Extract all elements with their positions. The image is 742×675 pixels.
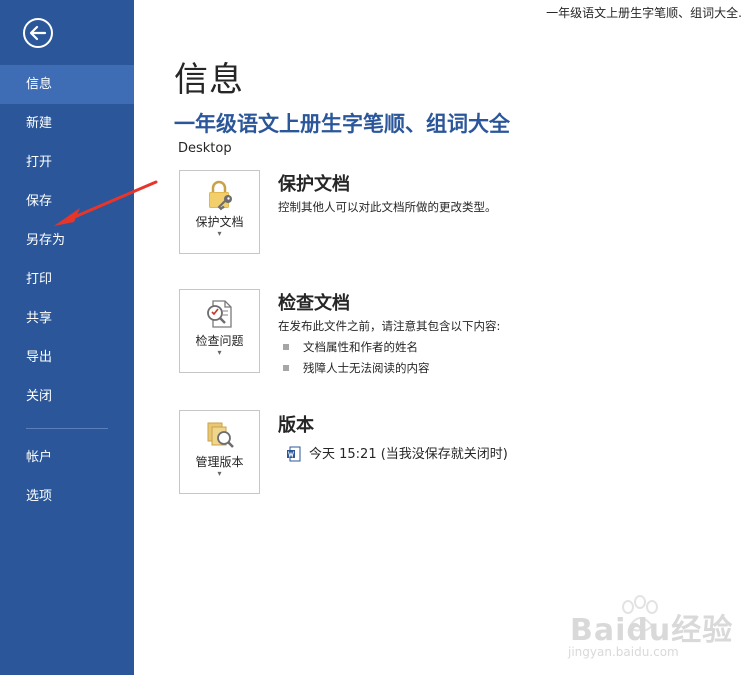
version-label: 今天 15:21 (当我没保存就关闭时) [309,447,508,462]
bullet-icon [283,343,289,350]
annotation-arrow [54,180,158,226]
inspect-document-heading: 检查文档 [278,293,350,314]
watermark-text: Baidu经验 [570,613,734,648]
protect-document-heading: 保护文档 [278,174,350,195]
tile-label: 管理版本 [195,455,244,469]
inspect-document-icon [207,300,232,328]
list-item: 残障人士无法阅读的内容 [283,360,430,376]
sidebar-divider [26,428,108,429]
nav-item-share[interactable]: 共享 [0,299,134,338]
version-entry[interactable]: 今天 15:21 (当我没保存就关闭时) [287,443,508,463]
nav-item-info[interactable]: 信息 [0,65,134,104]
back-arrow-icon [29,25,47,41]
check-for-issues-button[interactable]: 检查问题 ▾ [179,289,260,373]
lock-key-icon [209,180,232,211]
list-item: 文档属性和作者的姓名 [283,339,418,355]
nav-item-open[interactable]: 打开 [0,143,134,182]
nav-item-close[interactable]: 关闭 [0,377,134,416]
versions-heading: 版本 [278,415,314,436]
manage-versions-icon [207,422,234,448]
bullet-text: 文档属性和作者的姓名 [303,340,418,354]
back-button[interactable] [23,18,53,48]
nav-item-new[interactable]: 新建 [0,104,134,143]
watermark-url: jingyan.baidu.com [568,645,679,659]
bullet-text: 残障人士无法阅读的内容 [303,361,430,375]
page-title: 信息 [174,60,244,100]
bullet-icon [283,364,289,371]
nav-item-options[interactable]: 选项 [0,477,134,516]
dropdown-caret-icon: ▾ [217,469,222,478]
inspect-document-description: 在发布此文件之前，请注意其包含以下内容: [278,319,501,333]
protect-document-description: 控制其他人可以对此文档所做的更改类型。 [278,200,497,214]
word-doc-icon [287,446,301,461]
document-location: Desktop [178,141,232,156]
nav-item-export[interactable]: 导出 [0,338,134,377]
nav-item-print[interactable]: 打印 [0,260,134,299]
nav-item-account[interactable]: 帐户 [0,438,134,477]
manage-versions-button[interactable]: 管理版本 ▾ [179,410,260,494]
tile-label: 保护文档 [195,215,244,229]
window-title: 一年级语文上册生字笔顺、组词大全. [546,6,742,20]
dropdown-caret-icon: ▾ [217,229,222,238]
protect-document-button[interactable]: 保护文档 ▾ [179,170,260,254]
document-title: 一年级语文上册生字笔顺、组词大全 [174,112,510,136]
tile-label: 检查问题 [195,334,244,348]
dropdown-caret-icon: ▾ [217,348,222,357]
backstage-sidebar: 信息 新建 打开 保存 另存为 打印 共享 导出 关闭 帐户 选项 [0,0,134,675]
